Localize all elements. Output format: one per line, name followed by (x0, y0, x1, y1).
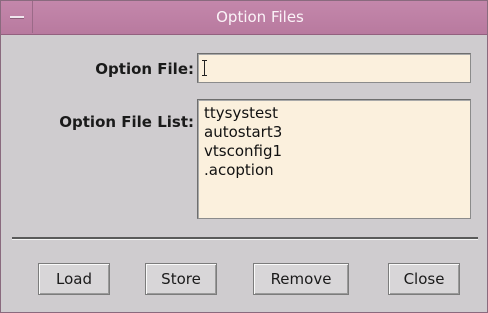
load-button[interactable]: Load (38, 263, 110, 295)
list-item[interactable]: vtsconfig1 (204, 142, 464, 161)
separator (12, 237, 478, 240)
close-button[interactable]: Close (388, 263, 460, 295)
list-item[interactable]: autostart3 (204, 123, 464, 142)
option-files-dialog: Option Files Option File: Option File Li… (0, 0, 488, 313)
window-menu-icon (10, 16, 24, 18)
window-menu-button[interactable] (1, 1, 33, 33)
remove-button[interactable]: Remove (253, 263, 349, 295)
option-file-list[interactable]: ttysystest autostart3 vtsconfig1 .acopti… (197, 99, 471, 219)
store-button[interactable]: Store (145, 263, 217, 295)
list-item[interactable]: .acoption (204, 161, 464, 180)
text-cursor (202, 60, 207, 76)
option-file-list-label: Option File List: (59, 113, 194, 131)
option-file-input[interactable] (197, 53, 471, 83)
window-title: Option Files (216, 8, 304, 26)
list-item[interactable]: ttysystest (204, 104, 464, 123)
title-bar[interactable]: Option Files (1, 1, 487, 35)
option-file-label: Option File: (95, 60, 194, 78)
